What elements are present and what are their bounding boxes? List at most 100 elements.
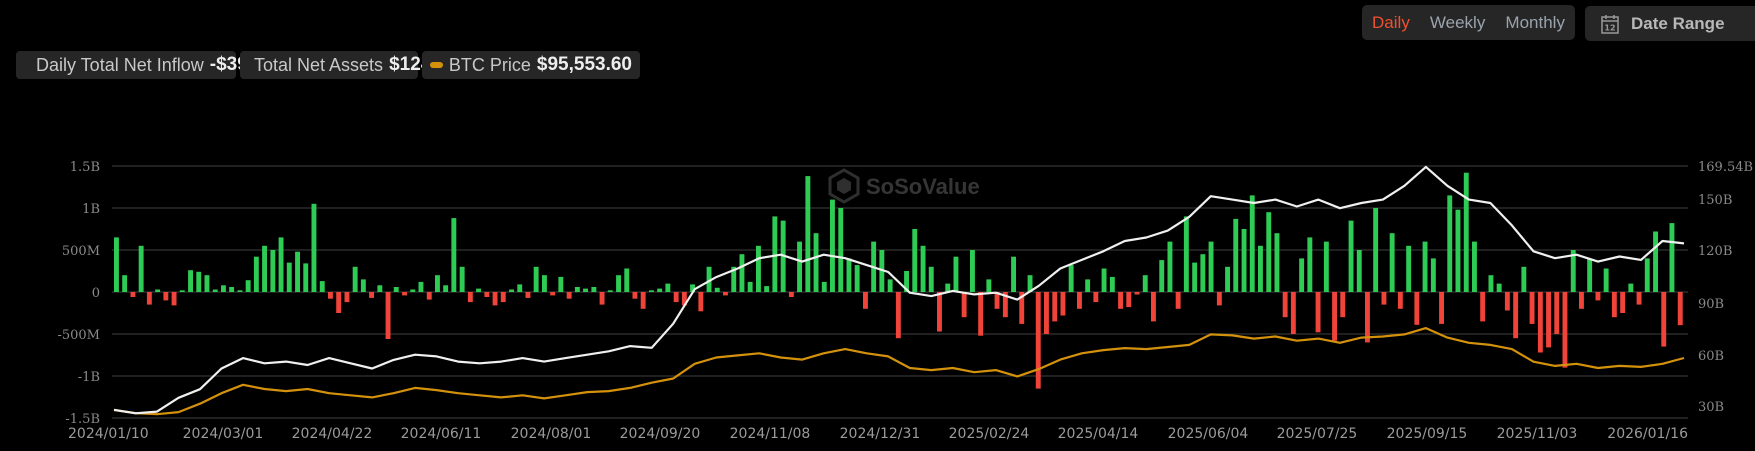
legend-label: Daily Total Net Inflow [36, 54, 204, 75]
inflow-bar [1365, 292, 1370, 343]
inflow-bar [698, 292, 704, 312]
inflow-bar [986, 279, 992, 292]
inflow-bar [336, 292, 342, 313]
inflow-bar [212, 289, 218, 292]
inflow-bar [270, 250, 276, 292]
inflow-bar [1290, 292, 1296, 334]
inflow-bar [179, 290, 185, 292]
inflow-bar [500, 292, 506, 303]
inflow-bar [1101, 268, 1107, 292]
inflow-bar [1521, 266, 1527, 292]
inflow-bar [410, 289, 416, 292]
inflow-bar [533, 266, 539, 292]
inflow-bar [1175, 292, 1181, 309]
inflow-bar [1356, 250, 1362, 292]
inflow-bar [1035, 292, 1041, 389]
inflow-bar [1414, 292, 1420, 325]
inflow-bar [1052, 292, 1058, 322]
inflow-bar [196, 271, 202, 292]
inflow-bar [253, 256, 259, 292]
inflow-bar [1200, 254, 1206, 292]
right-axis-tick: 120B [1698, 244, 1732, 259]
inflow-bar [114, 237, 119, 292]
inflow-bar [665, 283, 671, 292]
x-axis-tick: 2025/02/24 [949, 426, 1030, 442]
x-axis-tick: 2024/09/20 [620, 426, 701, 442]
inflow-bar [1134, 292, 1140, 295]
x-axis-tick: 2024/03/01 [183, 426, 264, 442]
inflow-bar [1216, 292, 1222, 306]
period-monthly-button[interactable]: Monthly [1505, 13, 1565, 33]
legend-value: $95,553.60 [536, 54, 632, 75]
inflow-bar [640, 292, 646, 309]
inflow-bar [1241, 229, 1247, 292]
watermark: SoSoValue [828, 168, 980, 204]
inflow-bar [393, 287, 399, 292]
date-range-button[interactable]: 12 Date Range [1585, 6, 1755, 41]
inflow-bar [509, 289, 514, 292]
legend-label: BTC Price [448, 54, 531, 75]
inflow-bar [830, 199, 835, 292]
inflow-bar [1085, 279, 1091, 292]
inflow-bar [1060, 292, 1066, 316]
x-axis-tick: 2025/11/03 [1497, 426, 1578, 442]
inflow-bar [1126, 292, 1132, 308]
inflow-bar [122, 275, 128, 292]
inflow-bar [1299, 258, 1305, 292]
svg-text:SoSoValue: SoSoValue [866, 174, 980, 199]
inflow-bar [1537, 292, 1543, 353]
inflow-bar [426, 292, 432, 300]
inflow-bar [1480, 292, 1486, 322]
inflow-bar [632, 292, 638, 299]
inflow-bar [435, 275, 440, 292]
inflow-bar [1546, 292, 1551, 348]
inflow-bar [1653, 231, 1658, 292]
inflow-bar [1274, 233, 1280, 292]
inflow-bar [895, 292, 901, 339]
inflow-bar [591, 287, 597, 292]
left-axis-tick: 1B [82, 202, 100, 217]
x-axis-tick: 2025/06/04 [1168, 426, 1249, 442]
inflow-bar [1661, 292, 1667, 347]
inflow-bar [714, 287, 720, 292]
inflow-bar [764, 286, 770, 292]
inflow-bar [1529, 292, 1535, 324]
left-axis-tick: -500M [57, 328, 100, 343]
inflow-bar [369, 292, 374, 298]
inflow-bar [476, 288, 481, 292]
inflow-bar [542, 275, 547, 292]
inflow-bar [443, 285, 449, 292]
inflow-bar [245, 280, 251, 292]
inflow-bar [756, 245, 761, 292]
inflow-bar [418, 281, 424, 292]
date-range-label: Date Range [1631, 13, 1725, 33]
inflow-bar [492, 292, 498, 306]
legend-daily-net-inflow[interactable]: Daily Total Net Inflow -$394.68M [16, 51, 301, 79]
period-weekly-button[interactable]: Weekly [1430, 13, 1485, 33]
inflow-bar [1340, 292, 1346, 318]
inflow-bar [1488, 275, 1494, 292]
inflow-bar [772, 216, 778, 292]
inflow-bar [451, 218, 457, 292]
x-axis-tick: 2024/01/10 [68, 426, 149, 442]
inflow-bar [624, 268, 630, 292]
inflow-bar [920, 245, 926, 292]
inflow-bar [1579, 292, 1584, 309]
period-daily-button[interactable]: Daily [1372, 13, 1410, 33]
inflow-bar [1406, 245, 1412, 292]
inflow-bar [1323, 241, 1329, 292]
inflow-bar [155, 289, 161, 292]
calendar-icon: 12 [1601, 14, 1619, 34]
right-axis-tick: 60B [1698, 349, 1724, 364]
x-axis-tick: 2024/12/31 [840, 426, 921, 442]
inflow-bar [1183, 216, 1189, 292]
inflow-bar [1233, 218, 1239, 292]
right-axis-tick: 30B [1698, 400, 1724, 415]
inflow-bar [1373, 208, 1379, 292]
legend-btc-price[interactable]: BTC Price $95,553.60 [422, 51, 640, 79]
inflow-bar [1258, 245, 1263, 292]
inflow-bar [1496, 283, 1502, 292]
inflow-bar [1628, 283, 1634, 292]
x-axis-tick: 2024/11/08 [730, 426, 811, 442]
legend-total-net-assets[interactable]: Total Net Assets $124.56B [240, 51, 471, 79]
